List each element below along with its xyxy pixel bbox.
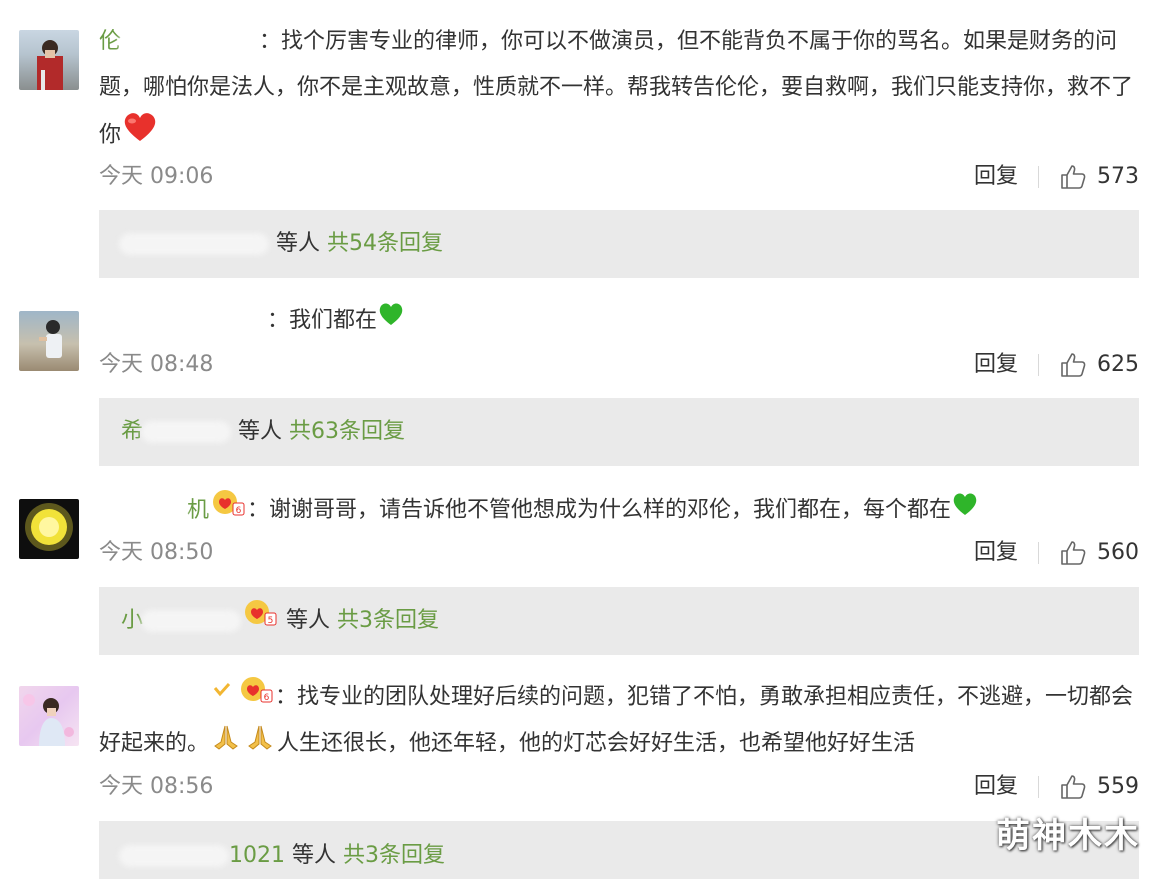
red-heart-icon: [121, 111, 159, 160]
like-count: 559: [1097, 774, 1139, 799]
comment-text: ：谢谢哥哥，请告诉他不管他想成为什么样的邓伦，我们都在，每个都在: [247, 497, 952, 523]
divider: [1038, 166, 1039, 188]
comment-meta: 今天 08:50 回复 560: [99, 536, 1139, 570]
svg-text:5: 5: [268, 616, 274, 626]
thumbs-up-icon: [1061, 541, 1086, 565]
comment-actions: 回复 573: [974, 160, 1139, 194]
reply-button[interactable]: 回复: [974, 770, 1018, 804]
timestamp: 今天 09:06: [99, 164, 214, 189]
green-heart-icon: [951, 488, 979, 534]
avatar[interactable]: [19, 311, 79, 371]
reply-thread-summary[interactable]: 小 5 等人 共3条回复: [99, 587, 1139, 655]
fan-badge-icon: 6: [211, 487, 245, 534]
like-button[interactable]: 573: [1059, 160, 1139, 194]
reply-etc: 等人: [238, 419, 283, 444]
green-heart-icon: [377, 298, 405, 344]
fan-badge-icon: 5: [243, 587, 277, 655]
like-button[interactable]: 559: [1059, 770, 1139, 804]
avatar[interactable]: [19, 30, 79, 90]
like-count: 625: [1097, 352, 1139, 377]
reply-author[interactable]: 1021: [119, 843, 285, 868]
username[interactable]: 伦: [99, 29, 260, 54]
svg-text:6: 6: [236, 506, 242, 516]
praying-hands-icon: [211, 721, 241, 767]
reply-count-link[interactable]: 共3条回复: [337, 608, 439, 633]
reply-author[interactable]: 小: [121, 608, 242, 633]
reply-button[interactable]: 回复: [974, 536, 1018, 570]
reply-thread-summary[interactable]: 等人 共54条回复: [99, 210, 1139, 278]
comment-actions: 回复 559: [974, 770, 1139, 804]
praying-hands-icon: [245, 721, 275, 767]
divider: [1038, 776, 1039, 798]
reply-etc: 等人: [276, 231, 321, 256]
like-count: 573: [1097, 164, 1139, 189]
comment-meta: 今天 08:56 回复 559: [99, 770, 1139, 804]
svg-text:6: 6: [264, 693, 270, 703]
heart-check-icon: [209, 675, 235, 721]
reply-count-link[interactable]: 共3条回复: [343, 843, 445, 868]
reply-thread-summary[interactable]: 1021 等人 共3条回复: [99, 821, 1139, 879]
comment-text-continued: 人生还很长，他还年轻，他的灯芯会好好生活，也希望他好好生活: [277, 731, 916, 756]
avatar[interactable]: [19, 686, 79, 746]
reply-button[interactable]: 回复: [974, 160, 1018, 194]
timestamp: 今天 08:56: [99, 774, 214, 799]
comment-meta: 今天 09:06 回复 573: [99, 160, 1139, 194]
avatar[interactable]: [19, 499, 79, 559]
reply-author[interactable]: 希: [121, 419, 232, 444]
comment-body: 伦：找个厉害专业的律师，你可以不做演员，但不能背负不属于你的骂名。如果是财务的问…: [99, 19, 1139, 160]
comment-actions: 回复 560: [974, 536, 1139, 570]
thumbs-up-icon: [1061, 775, 1086, 799]
reply-author[interactable]: [119, 231, 269, 256]
like-count: 560: [1097, 540, 1139, 565]
reply-count-link[interactable]: 共63条回复: [289, 419, 405, 444]
username[interactable]: [97, 685, 207, 710]
like-button[interactable]: 560: [1059, 536, 1139, 570]
comment-body: ：我们都在: [97, 298, 1139, 344]
comment-text: ：我们都在: [267, 308, 378, 333]
reply-thread-summary[interactable]: 希 等人 共63条回复: [99, 398, 1139, 466]
comment-actions: 回复 625: [974, 348, 1139, 382]
thumbs-up-icon: [1061, 353, 1086, 377]
timestamp: 今天 08:48: [99, 352, 214, 377]
fan-badge-icon: 6: [239, 674, 273, 721]
divider: [1038, 542, 1039, 564]
reply-count-link[interactable]: 共54条回复: [327, 231, 443, 256]
username[interactable]: [97, 308, 267, 333]
comment-body: 6 ：找专业的团队处理好后续的问题，犯错了不怕，勇敢承担相应责任，不逃避，一切都会…: [97, 674, 1139, 767]
reply-etc: 等人: [292, 843, 337, 868]
comment-body: 机 6 ：谢谢哥哥，请告诉他不管他想成为什么样的邓伦，我们都在，每个都在: [97, 487, 1139, 534]
username[interactable]: 机: [97, 498, 209, 523]
divider: [1038, 354, 1039, 376]
thumbs-up-icon: [1061, 165, 1086, 189]
like-button[interactable]: 625: [1059, 348, 1139, 382]
watermark: 萌神木木: [996, 816, 1140, 856]
comment-meta: 今天 08:48 回复 625: [99, 348, 1139, 382]
reply-button[interactable]: 回复: [974, 348, 1018, 382]
reply-etc: 等人: [286, 608, 331, 633]
timestamp: 今天 08:50: [99, 540, 214, 565]
